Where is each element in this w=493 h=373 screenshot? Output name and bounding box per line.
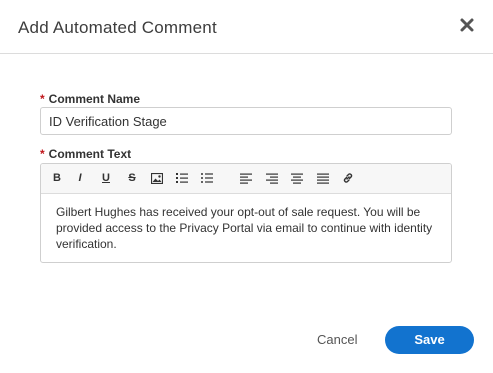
align-justify-icon [317,173,329,184]
comment-name-input[interactable] [40,107,452,135]
align-center-button[interactable] [290,171,304,185]
strikethrough-icon: S [128,172,136,184]
unordered-list-icon [201,173,213,183]
comment-text-content[interactable]: Gilbert Hughes has received your opt-out… [56,204,441,252]
save-button[interactable]: Save [385,326,474,354]
editor-toolbar: B I U S [41,164,451,194]
cancel-button[interactable]: Cancel [317,332,357,347]
bold-button[interactable]: B [50,171,64,185]
comment-text-editor[interactable]: B I U S Gilbert Hughes has received your… [40,163,452,263]
comment-name-label-text: Comment Name [48,92,141,106]
align-left-icon [240,173,252,184]
ordered-list-icon [176,173,188,183]
link-button[interactable] [341,171,355,185]
comment-text-label-text: Comment Text [48,147,132,161]
unordered-list-button[interactable] [200,171,214,185]
italic-icon: I [78,172,82,184]
align-left-button[interactable] [239,171,253,185]
close-icon[interactable] [459,17,475,33]
bold-icon: B [53,172,61,184]
align-center-icon [291,173,303,184]
align-right-button[interactable] [265,171,279,185]
align-right-icon [266,173,278,184]
comment-text-label: * Comment Text [40,147,131,161]
underline-button[interactable]: U [99,171,113,185]
required-mark: * [40,92,45,106]
add-automated-comment-dialog: Add Automated Comment *Comment Name *Com… [0,0,493,373]
dialog-header: Add Automated Comment [0,0,493,54]
underline-icon: U [102,172,110,184]
link-icon [343,173,353,183]
ordered-list-button[interactable] [175,171,189,185]
dialog-title: Add Automated Comment [18,18,217,37]
image-icon [151,172,163,184]
image-button[interactable] [150,171,164,185]
comment-name-label: * Comment Name [40,92,140,106]
align-justify-button[interactable] [316,171,330,185]
strikethrough-button[interactable]: S [125,171,139,185]
required-mark: * [40,147,45,161]
italic-button[interactable]: I [73,171,87,185]
